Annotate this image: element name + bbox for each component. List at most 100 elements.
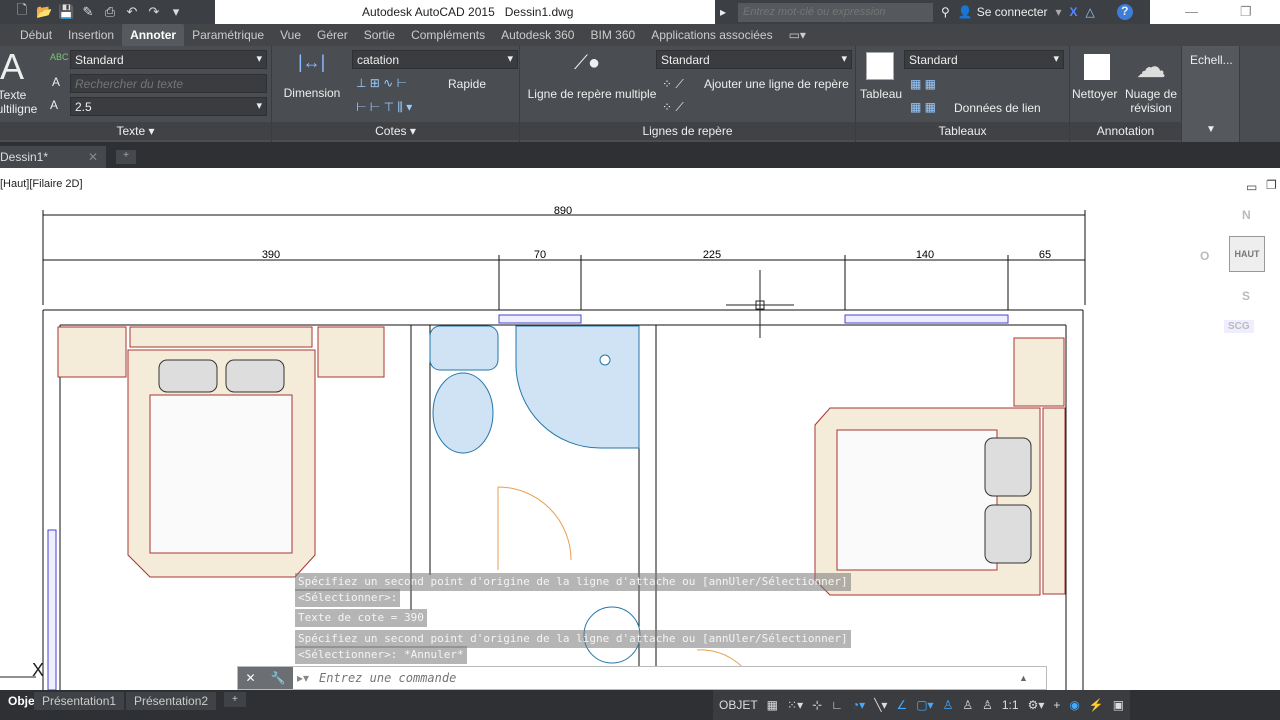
wrench-icon[interactable]: 🔧: [271, 671, 286, 685]
multileader-button[interactable]: Ligne de repère multiple: [524, 87, 660, 101]
model-space-button[interactable]: OBJET: [719, 698, 758, 712]
osnap-icon[interactable]: ▢▾: [916, 698, 933, 712]
layout-tab-presentation1[interactable]: Présentation1: [34, 692, 125, 710]
sign-in-button[interactable]: Se connecter: [977, 5, 1048, 19]
tab-parametrique[interactable]: Paramétrique: [184, 24, 272, 46]
panel-title-lignes[interactable]: Lignes de repère: [520, 122, 855, 140]
command-input[interactable]: [319, 671, 1020, 685]
infer-icon[interactable]: ⊹: [812, 698, 822, 712]
viewcube-west[interactable]: O: [1200, 249, 1209, 263]
add-layout-button[interactable]: +: [224, 692, 246, 707]
grid-icon[interactable]: ▦: [767, 698, 778, 712]
autoscale-icon[interactable]: ♙: [962, 698, 973, 712]
ribbon-minimize-icon[interactable]: ▭▾: [781, 24, 814, 46]
panel-title-cotes[interactable]: Cotes ▾: [272, 122, 519, 140]
layout-tab-presentation2[interactable]: Présentation2: [126, 692, 217, 710]
spell-check-icon[interactable]: ABC: [50, 52, 69, 62]
add-leader-button[interactable]: Ajouter une ligne de repère: [704, 77, 849, 91]
save-as-icon[interactable]: ✎: [80, 4, 96, 20]
leader-tools-icons[interactable]: ⁘ ⟋: [662, 77, 684, 92]
drawing-canvas[interactable]: 890 390 70 225 140 65 X [Haut][Filaire 2…: [0, 168, 1280, 691]
tab-insertion[interactable]: Insertion: [60, 24, 122, 46]
scale-expand-icon[interactable]: ▼: [1206, 124, 1216, 135]
find-text-input[interactable]: [70, 74, 267, 93]
minimize-button[interactable]: —: [1185, 4, 1198, 19]
tab-vue[interactable]: Vue: [272, 24, 309, 46]
keyword-search-input[interactable]: [738, 2, 934, 22]
plus-icon[interactable]: +: [1053, 698, 1060, 712]
annotation-scale-icon[interactable]: ♙: [982, 698, 993, 712]
isodraft-icon[interactable]: ╲▾: [874, 698, 887, 712]
dim-tools-row2-icons[interactable]: ⊢ ⊢ ⊤ ⫼ ▾: [356, 100, 412, 115]
text-style-select[interactable]: Standard: [70, 50, 267, 69]
ortho-icon[interactable]: ∟: [831, 698, 843, 712]
polar-icon[interactable]: ◔▾: [852, 698, 865, 712]
workspace-gear-icon[interactable]: ⚙▾: [1028, 698, 1045, 712]
undo-icon[interactable]: ↶: [124, 4, 140, 20]
data-link-icons[interactable]: ▦ ▦: [910, 100, 936, 114]
data-link-button[interactable]: Données de lien: [954, 101, 1041, 115]
revision-cloud-button[interactable]: Nuage de révision: [1124, 87, 1178, 115]
history-toggle-icon[interactable]: ▲: [1019, 673, 1028, 683]
tab-bim-360[interactable]: BIM 360: [582, 24, 643, 46]
expand-icon[interactable]: ▸: [720, 5, 726, 19]
quick-dimension-button[interactable]: Rapide: [448, 77, 486, 91]
viewport-controls[interactable]: [Haut][Filaire 2D]: [0, 178, 83, 190]
viewcube-south[interactable]: S: [1242, 289, 1250, 303]
table-button[interactable]: Tableau: [860, 87, 902, 101]
panel-title-texte[interactable]: Texte ▾: [0, 122, 271, 140]
viewport-maximize-icon[interactable]: ❐: [1266, 178, 1277, 192]
save-icon[interactable]: 💾: [58, 4, 74, 20]
redo-icon[interactable]: ↷: [146, 4, 162, 20]
leader-tools-row2-icons[interactable]: ⁘ ⟋: [662, 100, 684, 115]
multiline-text-button[interactable]: Texte multiligne: [0, 88, 38, 116]
dim-tools-icons[interactable]: ⊥ ⊞ ∿ ⊢: [356, 76, 407, 90]
scale-button[interactable]: Echell...: [1190, 53, 1233, 67]
chevron-down-icon[interactable]: ▾: [1056, 5, 1062, 19]
text-height-select[interactable]: 2.5: [70, 97, 267, 116]
revision-cloud-icon: ☁: [1136, 51, 1166, 84]
new-icon[interactable]: 🗋: [14, 1, 30, 23]
text-icon: A: [0, 46, 25, 87]
binoculars-icon[interactable]: ⚲: [941, 5, 950, 19]
tab-autodesk-360[interactable]: Autodesk 360: [493, 24, 582, 46]
dim-style-select[interactable]: catation: [352, 50, 518, 69]
command-prompt-icon[interactable]: ▸▾: [297, 671, 309, 685]
tab-gerer[interactable]: Gérer: [309, 24, 356, 46]
dim-70: 70: [534, 249, 546, 261]
osnap-tracking-icon[interactable]: ∠: [896, 698, 907, 712]
ucs-menu[interactable]: SCG: [1224, 320, 1254, 333]
tab-complements[interactable]: Compléments: [403, 24, 493, 46]
a360-icon[interactable]: △: [1086, 5, 1095, 19]
new-tab-button[interactable]: +: [116, 150, 136, 164]
panel-title-annotation[interactable]: Annotation: [1070, 122, 1181, 140]
exchange-icon[interactable]: X: [1070, 5, 1078, 19]
annotation-visibility-icon[interactable]: ♙: [943, 698, 954, 712]
viewcube-face[interactable]: HAUT: [1229, 236, 1265, 272]
tab-annoter[interactable]: Annoter: [122, 24, 185, 46]
hardware-accel-icon[interactable]: ⚡: [1089, 698, 1104, 712]
isolate-icon[interactable]: ◉: [1069, 698, 1079, 712]
close-icon[interactable]: ✕: [245, 671, 255, 685]
panel-title-tableaux[interactable]: Tableaux: [856, 122, 1069, 140]
open-icon[interactable]: 📂: [36, 4, 52, 20]
tab-sortie[interactable]: Sortie: [356, 24, 403, 46]
table-tools-icons[interactable]: ▦ ▦: [910, 77, 936, 91]
viewport-minimize-icon[interactable]: ▭: [1246, 180, 1257, 194]
tab-applications[interactable]: Applications associées: [643, 24, 780, 46]
table-style-select[interactable]: Standard: [904, 50, 1064, 69]
clean-screen-icon[interactable]: ▣: [1113, 698, 1124, 712]
dimension-button[interactable]: Dimension: [280, 86, 344, 100]
wipeout-button[interactable]: Nettoyer: [1072, 87, 1117, 101]
close-tab-icon[interactable]: ✕: [88, 150, 98, 164]
restore-button[interactable]: ❐: [1240, 4, 1252, 20]
doc-tab-dessin1[interactable]: Dessin1* ✕: [0, 146, 106, 168]
leader-style-select[interactable]: Standard: [656, 50, 852, 69]
annotation-scale-select[interactable]: 1:1: [1002, 698, 1019, 712]
snap-icon[interactable]: ⁙▾: [787, 698, 803, 712]
tab-debut[interactable]: Début: [12, 24, 60, 46]
help-icon[interactable]: ?: [1116, 4, 1133, 20]
print-icon[interactable]: ⎙: [102, 4, 118, 20]
viewcube-north[interactable]: N: [1242, 208, 1251, 222]
customize-icon[interactable]: ▾: [168, 4, 184, 20]
